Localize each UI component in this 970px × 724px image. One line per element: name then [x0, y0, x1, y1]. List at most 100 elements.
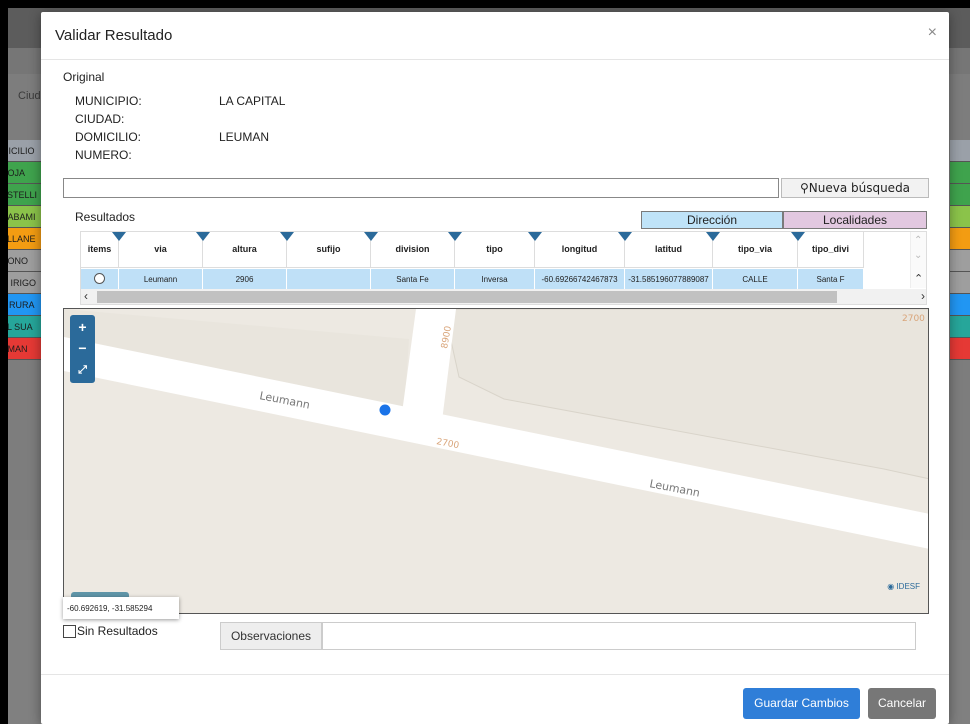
column-filter-icon[interactable] [364, 232, 378, 241]
zoom-control: + − ⤢ [70, 315, 95, 383]
scroll-up-icon[interactable]: ⌃ [914, 235, 922, 246]
map-label-num3: 2700 [902, 314, 925, 324]
cancelar-button[interactable]: Cancelar [868, 688, 936, 719]
column-header-tipo-via[interactable]: tipo_via [713, 232, 805, 268]
column-header-label: tipo_divi [811, 244, 849, 254]
zoom-in-button[interactable]: + [72, 317, 93, 337]
grid-header: items via altura sufijo division tipo longitud… [81, 232, 864, 268]
column-header-tipo[interactable]: tipo [455, 232, 542, 268]
column-header-division[interactable]: division [371, 232, 462, 268]
background-row-right [950, 140, 970, 162]
left-edge [0, 0, 8, 724]
attribution-label: IDESF [896, 582, 920, 591]
resultados-title: Resultados [75, 210, 136, 224]
municipio-label: MUNICIPIO: [75, 94, 142, 108]
column-header-label: division [395, 244, 430, 254]
column-header-tipo-divi[interactable]: tipo_divi [798, 232, 864, 268]
domicilio-label: DOMICILIO: [75, 130, 142, 144]
search-row: ⚲Nueva búsqueda [63, 178, 929, 198]
column-filter-icon[interactable] [528, 232, 542, 241]
nueva-busqueda-label: Nueva búsqueda [808, 181, 911, 195]
fullscreen-icon[interactable]: ⤢ [72, 360, 93, 380]
nueva-busqueda-button[interactable]: ⚲Nueva búsqueda [781, 178, 929, 198]
column-header-label: tipo [486, 244, 503, 254]
table-cell: 2906 [203, 269, 287, 289]
chevron-up-icon[interactable]: ⌃ [914, 272, 923, 285]
background-right-column [950, 140, 970, 360]
background-row-right [950, 250, 970, 272]
original-section-title: Original [63, 70, 105, 84]
column-header-altura[interactable]: altura [203, 232, 294, 268]
table-cell [287, 269, 371, 289]
background-row-right [950, 184, 970, 206]
location-marker[interactable] [379, 404, 391, 416]
horizontal-scrollbar[interactable]: ‹ › [81, 289, 926, 304]
modal-header: Validar Resultado × [41, 12, 949, 60]
background-row-right [950, 228, 970, 250]
column-header-label: latitud [655, 244, 682, 254]
map-canvas[interactable]: Leumann Leumann 8900 2700 2700 [64, 309, 929, 614]
table-cell: -60.69266742467873 [535, 269, 625, 289]
modal-title: Validar Resultado [55, 27, 173, 44]
municipio-value: LA CAPITAL [219, 94, 286, 108]
search-icon: ⚲ [799, 181, 809, 195]
search-input[interactable] [63, 178, 779, 198]
domicilio-value: LEUMAN [219, 130, 270, 144]
sin-resultados-checkbox[interactable] [63, 624, 76, 638]
column-header-longitud[interactable]: longitud [535, 232, 632, 268]
table-cell[interactable] [81, 269, 119, 289]
column-header-label: tipo_via [737, 244, 772, 254]
background-row-right [950, 162, 970, 184]
scrollbar-thumb[interactable] [97, 291, 837, 303]
column-filter-icon[interactable] [112, 232, 126, 241]
background-row-right [950, 206, 970, 228]
guardar-cambios-button[interactable]: Guardar Cambios [743, 688, 860, 719]
column-header-label: via [154, 244, 167, 254]
column-header-sufijo[interactable]: sufijo [287, 232, 378, 268]
table-cell: Leumann [119, 269, 203, 289]
validar-resultado-modal: Validar Resultado × Original MUNICIPIO: … [41, 12, 949, 724]
column-header-items[interactable]: items [81, 232, 126, 268]
chevron-left-icon[interactable]: ‹ [84, 289, 88, 303]
background-row-right [950, 316, 970, 338]
background-row-right [950, 338, 970, 360]
table-cell: Santa Fe [371, 269, 455, 289]
coordinates-readout: -60.692619, -31.585294 [63, 597, 179, 619]
column-filter-icon[interactable] [706, 232, 720, 241]
column-header-label: altura [232, 244, 257, 254]
scroll-down-icon[interactable]: ⌄ [914, 250, 922, 261]
chevron-right-icon[interactable]: › [921, 289, 925, 303]
table-cell: CALLE [713, 269, 798, 289]
column-filter-icon[interactable] [280, 232, 294, 241]
ciudad-label: CIUDAD: [75, 112, 125, 126]
sin-resultados[interactable]: Sin Resultados [63, 624, 158, 638]
table-cell: Inversa [455, 269, 535, 289]
row-select-radio[interactable] [94, 273, 105, 284]
column-header-latitud[interactable]: latitud [625, 232, 720, 268]
zoom-out-button[interactable]: − [72, 338, 93, 358]
column-filter-icon[interactable] [448, 232, 462, 241]
tab-direccion[interactable]: Dirección [641, 211, 783, 229]
close-icon[interactable]: × [928, 24, 937, 42]
footer-divider [41, 674, 949, 675]
table-cell: -31.585196077889087 [625, 269, 713, 289]
map-view[interactable]: Leumann Leumann 8900 2700 2700 + − ⤢ ◉ I… [63, 308, 929, 614]
column-filter-icon[interactable] [791, 232, 805, 241]
background-ciudad-label: Ciud [18, 90, 41, 102]
tab-localidades[interactable]: Localidades [783, 211, 927, 229]
column-filter-icon[interactable] [196, 232, 210, 241]
sin-resultados-label: Sin Resultados [77, 624, 158, 638]
table-row[interactable]: Leumann 2906 Santa Fe Inversa -60.6926674246… [81, 269, 864, 289]
background-row-right [950, 272, 970, 294]
column-header-via[interactable]: via [119, 232, 210, 268]
top-edge [0, 0, 970, 8]
idesf-logo: ◉ IDESF [887, 582, 920, 591]
background-row-right [950, 294, 970, 316]
observaciones-label: Observaciones [220, 622, 322, 650]
observaciones-input[interactable] [322, 622, 916, 650]
numero-label: NUMERO: [75, 148, 132, 162]
column-header-label: longitud [561, 244, 598, 254]
vertical-scrollbar[interactable]: ⌃ ⌄ ⌃ [910, 232, 926, 288]
table-cell: Santa F [798, 269, 864, 289]
column-filter-icon[interactable] [618, 232, 632, 241]
